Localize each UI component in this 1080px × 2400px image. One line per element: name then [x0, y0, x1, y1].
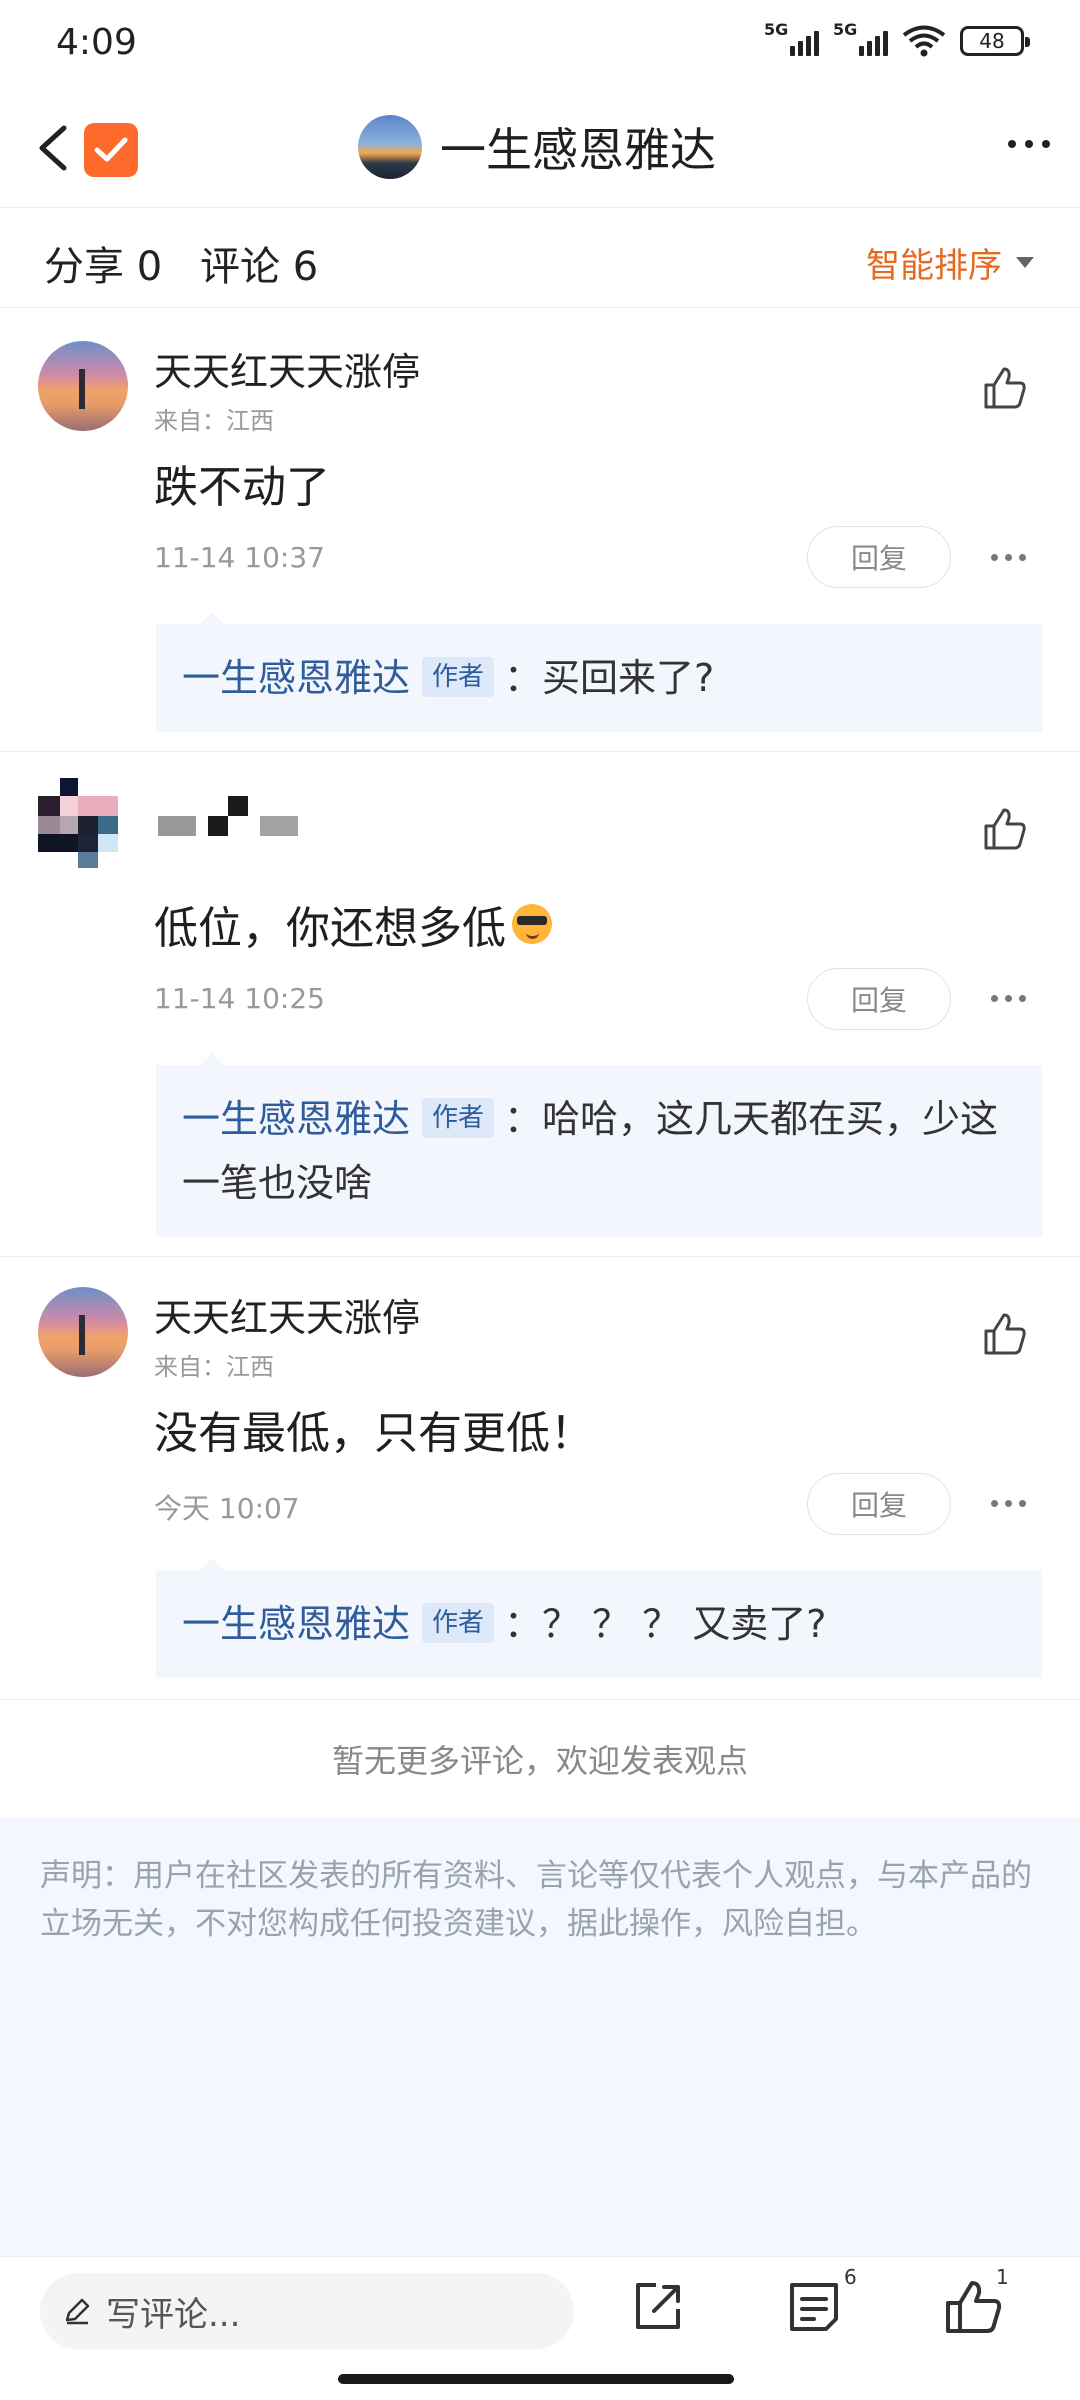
more-options-icon[interactable] [1008, 140, 1050, 148]
avatar[interactable] [38, 1287, 128, 1377]
reply-text: ：？ ？ ？ 又卖了? [504, 1602, 827, 1646]
author-reply[interactable]: 一生感恩雅达 作者：？ ？ ？ 又卖了? [156, 1558, 1042, 1678]
comment-text: 没有最低，只有更低！ [154, 1397, 594, 1461]
comment-count-badge: 6 [844, 2265, 857, 2289]
no-more-comments: 暂无更多评论，欢迎发表观点 [331, 1742, 748, 1780]
thumbs-up-icon[interactable] [980, 804, 1030, 854]
location: 来自：江西 [154, 1353, 274, 1381]
comment-count[interactable]: 评论 6 [200, 234, 318, 292]
avatar[interactable] [38, 341, 128, 431]
comment-placeholder: 写评论... [106, 2294, 241, 2335]
battery-icon: 48 [960, 26, 1030, 56]
home-indicator[interactable] [338, 2374, 734, 2384]
author-tag: 作者 [422, 1603, 495, 1643]
author-reply[interactable]: 一生感恩雅达 作者 ：买回来了? [156, 612, 1042, 732]
author-tag: 作者 [422, 657, 495, 697]
comment-item: 天天红天天涨停 来自：江西 没有最低，只有更低！ 今天 10:07 回复 一生感… [0, 1257, 1080, 1700]
comment-text-body: 低位，你还想多低 [154, 903, 506, 954]
timestamp: 今天 10:07 [154, 1492, 300, 1525]
like-count-badge: 1 [996, 2265, 1009, 2289]
back-icon[interactable] [30, 118, 80, 178]
signal-icon: 5G [833, 20, 888, 56]
username[interactable]: 天天红天天涨停 [154, 1287, 420, 1342]
signal-icon: 5G [764, 20, 819, 56]
comment-input[interactable]: 写评论... [40, 2273, 574, 2349]
username-blurred[interactable] [158, 796, 298, 836]
pencil-icon [65, 2298, 90, 2325]
more-options-icon[interactable] [991, 1500, 1026, 1507]
status-bar: 4:09 5G 5G 48 [0, 0, 1080, 90]
wifi-icon [902, 25, 946, 57]
reply-author[interactable]: 一生感恩雅达 [182, 1602, 410, 1646]
reply-author[interactable]: 一生感恩雅达 [182, 1097, 410, 1141]
comment-item: 天天红天天涨停 来自：江西 跌不动了 11-14 10:37 回复 一生感恩雅达… [0, 309, 1080, 752]
page-title: 一生感恩雅达 [440, 123, 716, 177]
battery-level: 48 [979, 29, 1005, 53]
more-options-icon[interactable] [991, 995, 1026, 1002]
reply-button[interactable]: 回复 [807, 526, 951, 588]
timestamp: 11-14 10:25 [154, 982, 325, 1015]
header: 一生感恩雅达 [0, 90, 1080, 208]
comment-text: 跌不动了 [154, 451, 330, 515]
comments-icon[interactable] [782, 2275, 846, 2339]
stats-bar: 分享 0 评论 6 智能排序 [0, 208, 1080, 308]
username[interactable]: 天天红天天涨停 [154, 341, 420, 396]
author-reply[interactable]: 一生感恩雅达 作者 ：哈哈，这几天都在买，少这一笔也没啥 [156, 1053, 1042, 1237]
reply-author[interactable]: 一生感恩雅达 [182, 656, 410, 700]
comment-text-body: 跌不动了 [154, 462, 330, 513]
sunglasses-emoji-icon [512, 904, 552, 944]
thumbs-up-icon[interactable] [980, 1309, 1030, 1359]
checkbox-badge-icon[interactable] [84, 123, 138, 177]
author-tag: 作者 [422, 1098, 495, 1138]
page-title-group[interactable]: 一生感恩雅达 [358, 114, 716, 180]
sort-label: 智能排序 [866, 246, 1002, 286]
chevron-down-icon [1016, 257, 1034, 268]
status-icons: 5G 5G 48 [764, 20, 1030, 58]
disclaimer-text: 声明：用户在社区发表的所有资料、言论等仅代表个人观点，与本产品的立场无关，不对您… [40, 1858, 1032, 1942]
comment-text-body: 没有最低，只有更低！ [154, 1408, 594, 1459]
comment-item: 低位，你还想多低 11-14 10:25 回复 一生感恩雅达 作者 ：哈哈，这几天都… [0, 752, 1080, 1257]
disclaimer: 声明：用户在社区发表的所有资料、言论等仅代表个人观点，与本产品的立场无关，不对您… [0, 1818, 1080, 2256]
share-count[interactable]: 分享 0 [44, 234, 162, 292]
location: 来自：江西 [154, 407, 274, 435]
network-type-label: 5G [764, 20, 789, 39]
sort-dropdown[interactable]: 智能排序 [866, 238, 1034, 287]
thumbs-up-icon[interactable] [980, 363, 1030, 413]
share-icon[interactable] [626, 2275, 690, 2339]
reply-button[interactable]: 回复 [807, 968, 951, 1030]
timestamp: 11-14 10:37 [154, 541, 325, 574]
network-type-label: 5G [833, 20, 858, 39]
reply-button[interactable]: 回复 [807, 1473, 951, 1535]
comment-text: 低位，你还想多低 [154, 892, 552, 956]
status-time: 4:09 [56, 22, 137, 63]
reply-text: ：买回来了? [504, 656, 715, 700]
author-avatar[interactable] [358, 115, 422, 179]
avatar[interactable] [38, 778, 128, 868]
more-options-icon[interactable] [991, 554, 1026, 561]
